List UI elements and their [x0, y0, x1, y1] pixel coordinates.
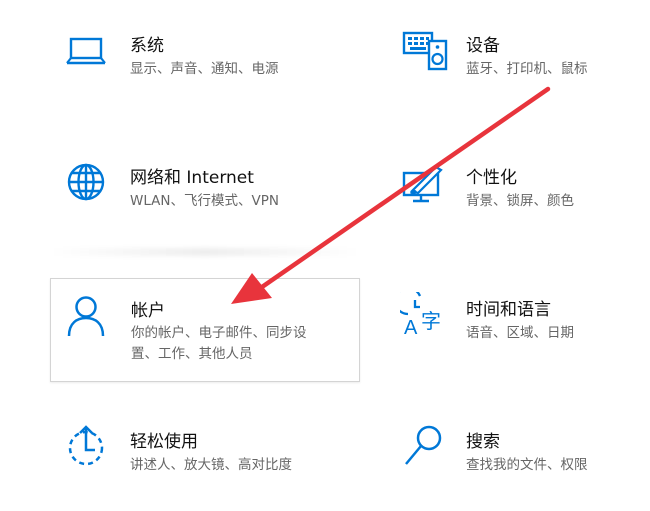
tile-title: 网络和 Internet [130, 168, 254, 188]
tile-description: 背景、锁屏、颜色 [466, 193, 574, 209]
globe-icon [67, 163, 105, 201]
settings-tile-search[interactable]: 搜索 查找我的文件、权限 [396, 424, 646, 494]
settings-tile-accounts[interactable]: 帐户 你的帐户、电子邮件、同步设 置、工作、其他人员 [50, 278, 360, 382]
tile-description: WLAN、飞行模式、VPN [130, 193, 279, 209]
tile-description: 蓝牙、打印机、鼠标 [466, 61, 588, 77]
person-icon [67, 296, 105, 337]
svg-text:字: 字 [421, 309, 441, 333]
tile-title: 轻松使用 [130, 432, 198, 452]
tile-description: 讲述人、放大镜、高对比度 [130, 457, 292, 473]
tile-description-line-1: 你的帐户、电子邮件、同步设 [131, 325, 307, 341]
settings-tile-devices[interactable]: 设备 蓝牙、打印机、鼠标 [396, 28, 646, 98]
clock-language-icon: A 字 [400, 292, 441, 338]
paint-monitor-icon [402, 165, 443, 203]
keyboard-speaker-icon [402, 31, 448, 71]
ease-of-access-icon [68, 425, 104, 466]
tile-title: 搜索 [466, 432, 500, 452]
tile-title: 帐户 [131, 301, 165, 321]
tile-title: 个性化 [466, 168, 517, 188]
tile-title: 设备 [466, 36, 500, 56]
svg-text:A: A [404, 317, 418, 338]
settings-tile-system[interactable]: 系统 显示、声音、通知、电源 [60, 28, 360, 98]
tile-description: 显示、声音、通知、电源 [130, 61, 279, 77]
settings-tile-personalization[interactable]: 个性化 背景、锁屏、颜色 [396, 160, 646, 230]
tile-title: 系统 [130, 36, 164, 56]
settings-tile-network[interactable]: 网络和 Internet WLAN、飞行模式、VPN [60, 160, 360, 230]
tile-description: 查找我的文件、权限 [466, 457, 588, 473]
laptop-icon [66, 37, 106, 65]
tile-description: 语音、区域、日期 [466, 325, 574, 341]
divider-shadow [50, 248, 360, 256]
settings-tile-ease-of-access[interactable]: 轻松使用 讲述人、放大镜、高对比度 [60, 424, 360, 494]
tile-title: 时间和语言 [466, 300, 551, 320]
tile-description-line-2: 置、工作、其他人员 [131, 346, 253, 362]
settings-tile-time-language[interactable]: A 字 时间和语言 语音、区域、日期 [396, 292, 646, 362]
search-icon [405, 425, 442, 465]
